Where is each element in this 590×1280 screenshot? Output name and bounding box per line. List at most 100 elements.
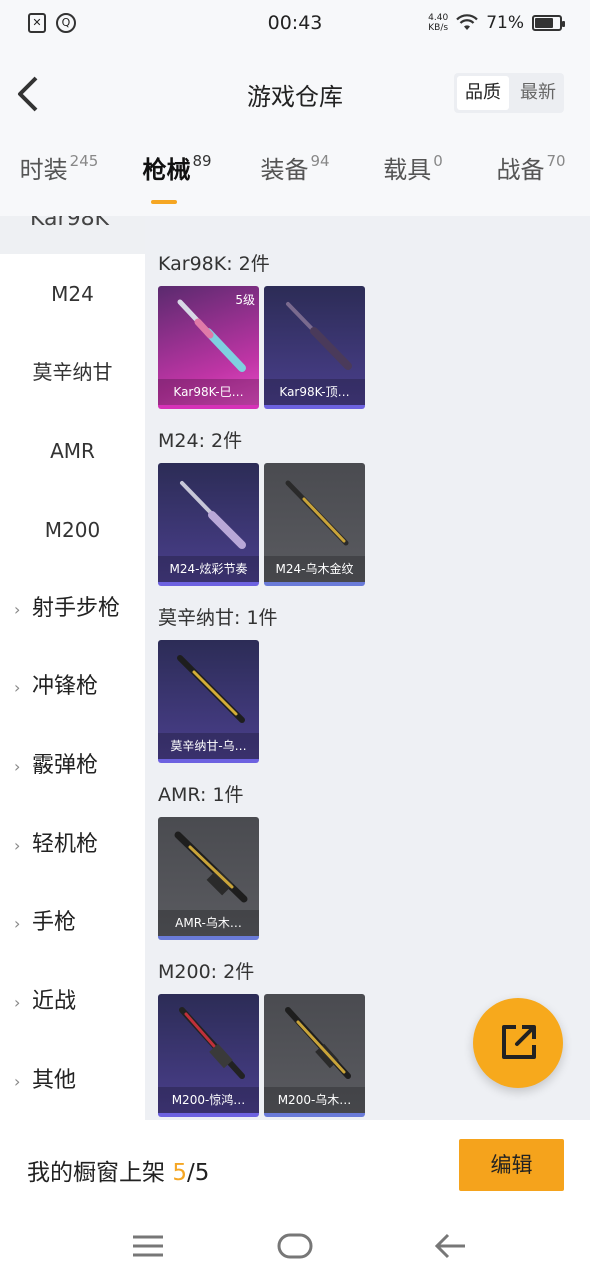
- net-speed-value: 4.40: [428, 13, 449, 23]
- battery-percent: 71%: [486, 13, 524, 33]
- tab-label: 载具: [383, 156, 432, 184]
- sidebar-group-label: 手枪: [32, 910, 77, 935]
- rifle-icon: [177, 655, 245, 723]
- weapon-card-name: AMR-乌木…: [158, 910, 259, 936]
- weapon-card-name: Kar98K-顶…: [264, 379, 365, 405]
- back-button[interactable]: [14, 74, 50, 114]
- edit-button[interactable]: 编辑: [459, 1139, 564, 1191]
- weapon-card[interactable]: M24-炫彩节奏: [158, 463, 259, 586]
- weapon-card-name: Kar98K-巳…: [158, 379, 259, 405]
- sidebar-group-pistol[interactable]: › 手枪: [0, 903, 145, 943]
- tab-guns[interactable]: 枪械 89: [118, 150, 236, 212]
- showcase-status: 我的橱窗上架 5/5: [27, 1153, 209, 1187]
- section-title: Kar98K: 2件: [158, 253, 270, 275]
- rifle-icon: [174, 831, 248, 903]
- chevron-left-icon: [18, 76, 38, 112]
- category-tabs: 时装 245 枪械 89 装备 94 载具 0 战备 70: [0, 150, 590, 212]
- weapon-card-name: M200-惊鸿…: [158, 1087, 259, 1113]
- sort-toggle[interactable]: 品质 最新: [454, 73, 564, 113]
- weapon-card-name: 莫辛纳甘-乌…: [158, 733, 259, 759]
- status-bar: ✕ Q 00:43 4.40 KB/s 71%: [0, 0, 590, 46]
- tab-label: 枪械: [142, 156, 191, 184]
- chevron-right-icon: ›: [14, 993, 21, 1012]
- menu-nav-button[interactable]: [128, 1229, 168, 1263]
- weapon-sidebar[interactable]: Kar98K M24 莫辛纳甘 AMR M200 › 射手步枪 › 冲锋枪 › 霰弹枪…: [0, 216, 145, 1120]
- showcase-separator: /: [186, 1160, 195, 1186]
- section-title: M200: 2件: [158, 961, 255, 983]
- rifle-icon: [285, 1007, 351, 1079]
- battery-icon: [532, 15, 565, 31]
- tab-supplies[interactable]: 战备 70: [472, 150, 590, 212]
- sidebar-group-label: 冲锋枪: [32, 674, 99, 699]
- external-link-icon: [502, 1025, 536, 1059]
- menu-icon: [133, 1235, 163, 1257]
- weapon-card-name: M24-乌木金纹: [264, 556, 365, 582]
- home-nav-button[interactable]: [275, 1229, 315, 1263]
- tab-equipment[interactable]: 装备 94: [236, 150, 354, 212]
- sim-card-icon: ✕: [28, 13, 46, 33]
- net-speed-unit: KB/s: [428, 23, 449, 33]
- sidebar-group-dmr[interactable]: › 射手步枪: [0, 589, 145, 629]
- showcase-label: 我的橱窗上架: [27, 1160, 165, 1186]
- tab-count: 245: [69, 152, 99, 170]
- header: 游戏仓库 品质 最新: [0, 46, 590, 142]
- home-icon: [277, 1233, 313, 1259]
- sidebar-group-other[interactable]: › 其他: [0, 1061, 145, 1101]
- sidebar-item-m200[interactable]: M200: [0, 510, 145, 550]
- wifi-icon: [456, 14, 478, 30]
- weapon-card[interactable]: 5级 Kar98K-巳…: [158, 286, 259, 409]
- tab-label: 时装: [19, 156, 68, 184]
- sidebar-group-lmg[interactable]: › 轻机枪: [0, 825, 145, 865]
- page: ✕ Q 00:43 4.40 KB/s 71% 游戏仓库 品质 最新 时装 24…: [0, 0, 590, 1280]
- chevron-right-icon: ›: [14, 757, 21, 776]
- rifle-icon: [180, 481, 246, 549]
- sidebar-group-label: 近战: [32, 989, 77, 1014]
- weapon-card[interactable]: M24-乌木金纹: [264, 463, 365, 586]
- tab-vehicles[interactable]: 载具 0: [354, 150, 472, 212]
- sidebar-group-label: 轻机枪: [32, 832, 99, 857]
- showcase-bar: 我的橱窗上架 5/5 编辑: [0, 1120, 590, 1215]
- chevron-right-icon: ›: [14, 836, 21, 855]
- sort-option-newest[interactable]: 最新: [512, 73, 564, 113]
- chevron-right-icon: ›: [14, 678, 21, 697]
- chevron-right-icon: ›: [14, 914, 21, 933]
- system-nav-bar: [0, 1215, 590, 1280]
- tab-count: 70: [546, 152, 566, 170]
- weapon-card[interactable]: AMR-乌木…: [158, 817, 259, 940]
- weapon-card[interactable]: Kar98K-顶…: [264, 286, 365, 409]
- tab-label: 战备: [496, 156, 545, 184]
- sort-option-quality[interactable]: 品质: [457, 76, 509, 110]
- sidebar-item-amr[interactable]: AMR: [0, 431, 145, 471]
- tab-fashion[interactable]: 时装 245: [0, 150, 118, 212]
- share-fab-button[interactable]: [473, 998, 563, 1088]
- app-notification-icon: Q: [56, 13, 76, 33]
- weapon-card-name: M200-乌木…: [264, 1087, 365, 1113]
- showcase-current: 5: [172, 1160, 187, 1186]
- section-title: M24: 2件: [158, 430, 243, 452]
- back-nav-button[interactable]: [430, 1229, 470, 1263]
- weapon-card-name: M24-炫彩节奏: [158, 556, 259, 582]
- section-title: AMR: 1件: [158, 784, 244, 806]
- weapon-card[interactable]: M200-乌木…: [264, 994, 365, 1117]
- tab-label: 装备: [260, 156, 309, 184]
- weapon-card[interactable]: 莫辛纳甘-乌…: [158, 640, 259, 763]
- tab-count: 89: [192, 152, 212, 170]
- rifle-icon: [179, 1007, 245, 1079]
- weapon-card[interactable]: M200-惊鸿…: [158, 994, 259, 1117]
- weapon-grid[interactable]: Kar98K: 2件 5级 Kar98K-巳… Kar98K-顶… M24: 2…: [145, 216, 590, 1120]
- sidebar-item-kar98k[interactable]: Kar98K: [0, 216, 145, 254]
- sidebar-group-melee[interactable]: › 近战: [0, 982, 145, 1022]
- sidebar-group-smg[interactable]: › 冲锋枪: [0, 667, 145, 707]
- sidebar-group-label: 其他: [32, 1068, 77, 1093]
- sidebar-item-m24[interactable]: M24: [0, 274, 145, 314]
- tab-count: 0: [433, 152, 443, 170]
- status-icons-left: ✕ Q: [28, 13, 188, 33]
- net-speed: 4.40 KB/s: [428, 13, 448, 33]
- sidebar-group-label: 射手步枪: [32, 596, 121, 621]
- sidebar-group-shotgun[interactable]: › 霰弹枪: [0, 746, 145, 786]
- showcase-total: 5: [194, 1160, 210, 1186]
- rifle-icon: [286, 302, 352, 370]
- sidebar-item-mosin[interactable]: 莫辛纳甘: [0, 352, 145, 392]
- arrow-left-icon: [434, 1233, 465, 1259]
- status-time: 00:43: [267, 12, 323, 34]
